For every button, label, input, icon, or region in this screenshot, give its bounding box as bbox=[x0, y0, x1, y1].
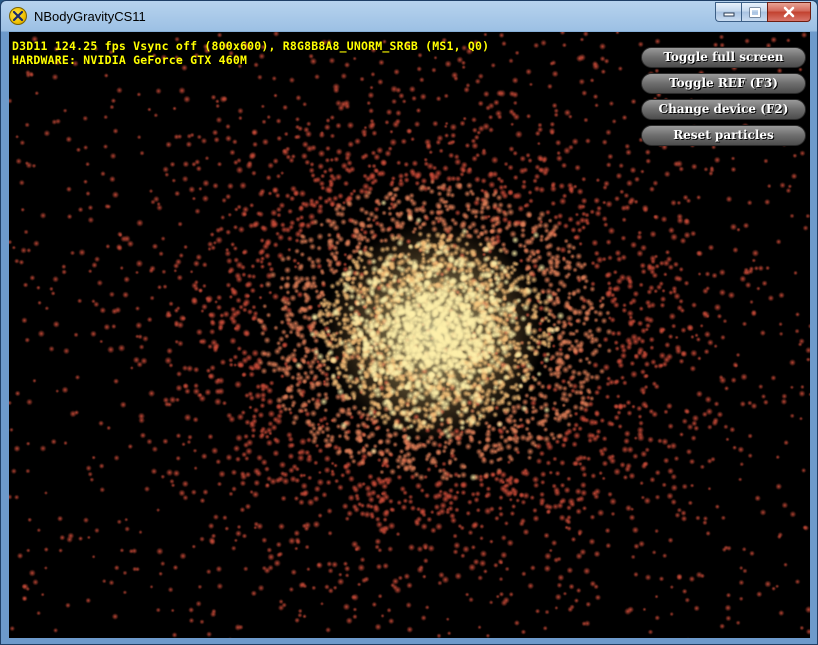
close-button[interactable] bbox=[767, 2, 811, 22]
minimize-button[interactable] bbox=[715, 2, 741, 22]
maximize-icon bbox=[749, 7, 760, 17]
toggle-ref-button[interactable]: Toggle REF (F3) bbox=[641, 73, 806, 94]
reset-particles-button[interactable]: Reset particles bbox=[641, 125, 806, 146]
window-title: NBodyGravityCS11 bbox=[34, 9, 146, 24]
change-device-button[interactable]: Change device (F2) bbox=[641, 99, 806, 120]
render-viewport[interactable]: D3D11 124.25 fps Vsync off (800x600), R8… bbox=[9, 32, 810, 638]
hud-stats-line: D3D11 124.25 fps Vsync off (800x600), R8… bbox=[12, 39, 490, 53]
maximize-button[interactable] bbox=[741, 2, 767, 22]
control-buttons: Toggle full screen Toggle REF (F3) Chang… bbox=[641, 47, 806, 151]
app-window: NBodyGravityCS11 D3D11 124.25 fps Vsync … bbox=[0, 0, 818, 645]
title-bar[interactable]: NBodyGravityCS11 bbox=[1, 1, 817, 33]
hud-hardware-line: HARDWARE: NVIDIA GeForce GTX 460M bbox=[12, 53, 248, 67]
window-controls bbox=[715, 2, 811, 23]
minimize-icon bbox=[723, 12, 734, 17]
close-icon bbox=[783, 6, 795, 18]
directx-x-icon[interactable] bbox=[9, 7, 27, 25]
toggle-full-screen-button[interactable]: Toggle full screen bbox=[641, 47, 806, 68]
